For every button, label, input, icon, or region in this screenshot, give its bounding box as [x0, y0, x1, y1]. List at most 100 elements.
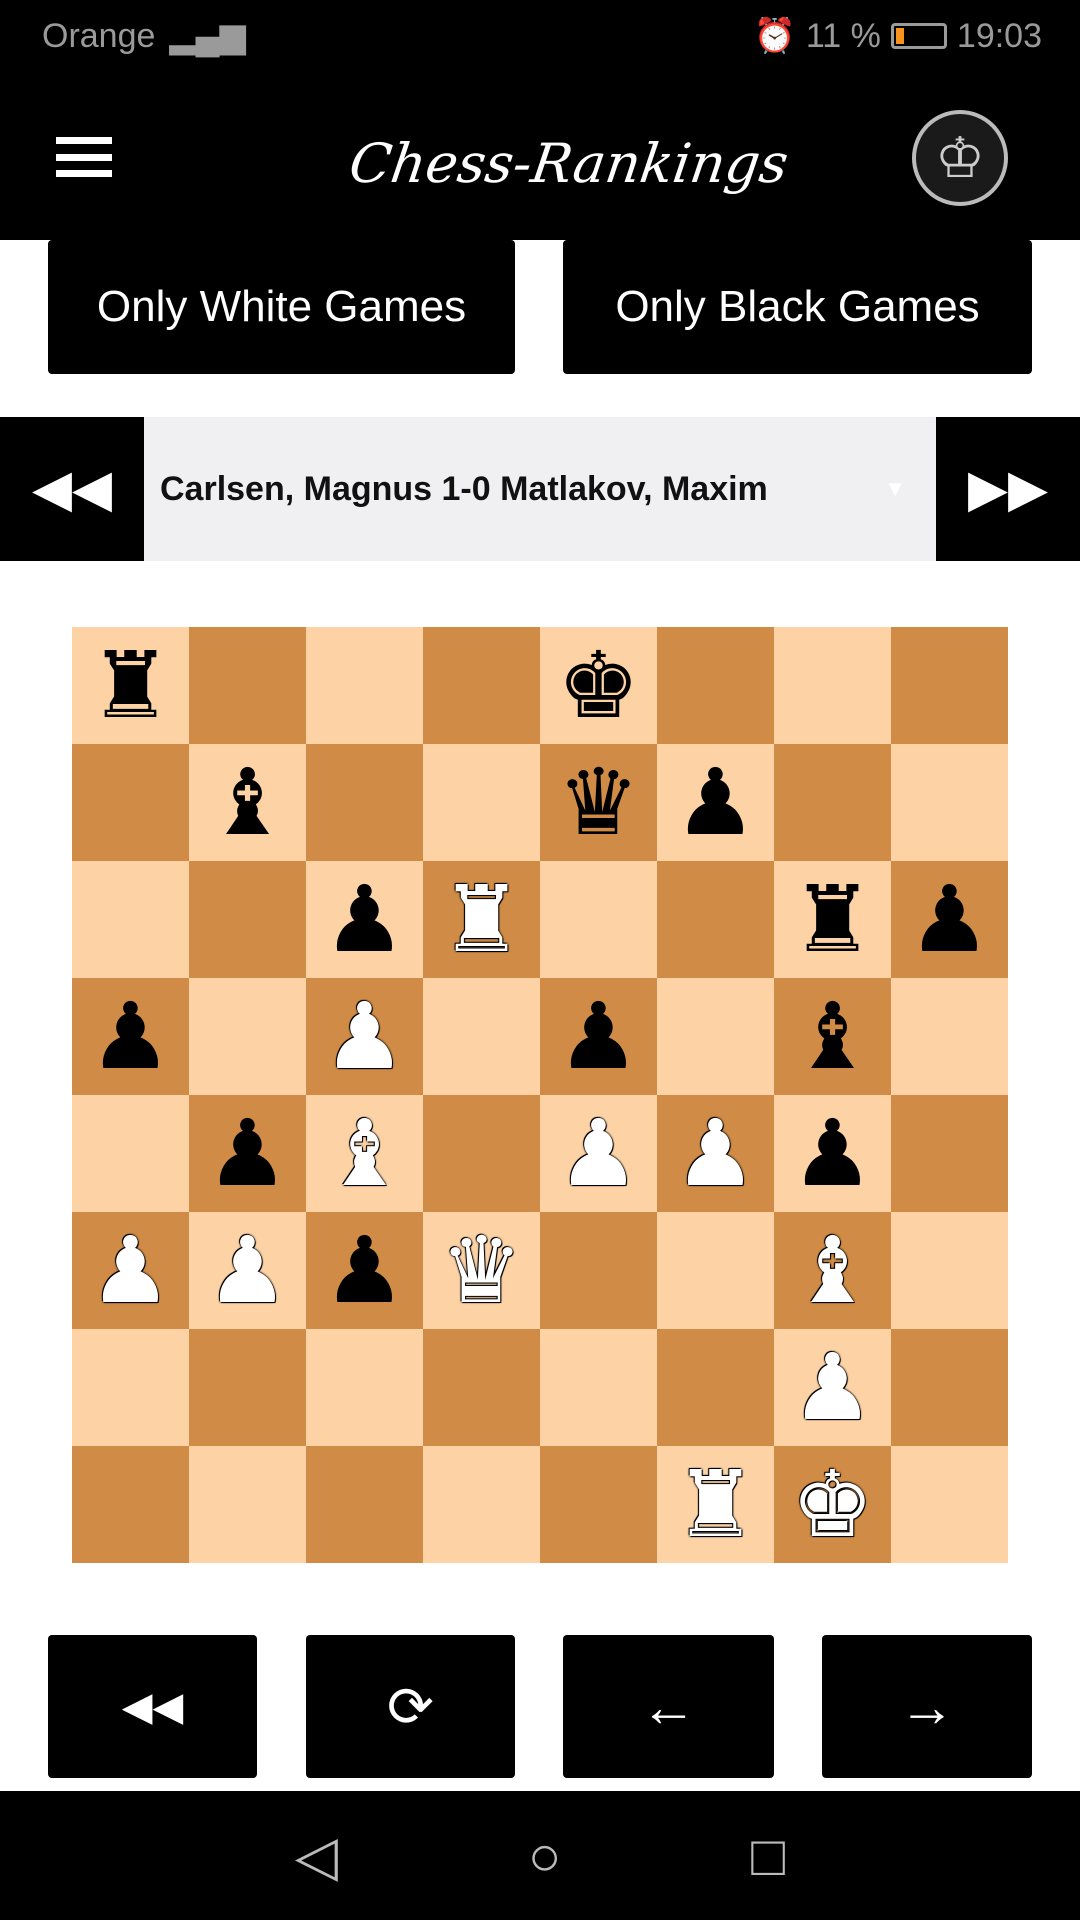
- square-f4[interactable]: ♟: [657, 1095, 774, 1212]
- square-h4[interactable]: [891, 1095, 1008, 1212]
- square-g8[interactable]: [774, 627, 891, 744]
- square-h7[interactable]: [891, 744, 1008, 861]
- square-f1[interactable]: ♜: [657, 1446, 774, 1563]
- square-d2[interactable]: [423, 1329, 540, 1446]
- square-f5[interactable]: [657, 978, 774, 1095]
- square-b5[interactable]: [189, 978, 306, 1095]
- square-a3[interactable]: ♟: [72, 1212, 189, 1329]
- home-icon[interactable]: ○: [528, 1823, 562, 1888]
- square-h8[interactable]: [891, 627, 1008, 744]
- square-h1[interactable]: [891, 1446, 1008, 1563]
- black-bishop-icon[interactable]: ♝: [791, 990, 873, 1083]
- white-pawn-icon[interactable]: ♟: [791, 1341, 873, 1434]
- black-pawn-icon[interactable]: ♟: [908, 873, 990, 966]
- square-c4[interactable]: ♝: [306, 1095, 423, 1212]
- square-b8[interactable]: [189, 627, 306, 744]
- square-c3[interactable]: ♟: [306, 1212, 423, 1329]
- white-queen-icon[interactable]: ♛: [440, 1224, 522, 1317]
- square-e8[interactable]: ♚: [540, 627, 657, 744]
- square-a2[interactable]: [72, 1329, 189, 1446]
- square-a1[interactable]: [72, 1446, 189, 1563]
- square-b7[interactable]: ♝: [189, 744, 306, 861]
- square-e3[interactable]: [540, 1212, 657, 1329]
- square-h5[interactable]: [891, 978, 1008, 1095]
- back-icon[interactable]: ◁: [295, 1823, 338, 1889]
- square-g3[interactable]: ♝: [774, 1212, 891, 1329]
- square-d8[interactable]: [423, 627, 540, 744]
- game-select[interactable]: Carlsen, Magnus 1-0 Matlakov, Maxim ▼: [144, 417, 936, 561]
- white-rook-icon[interactable]: ♜: [440, 873, 522, 966]
- white-pawn-icon[interactable]: ♟: [323, 990, 405, 1083]
- square-b1[interactable]: [189, 1446, 306, 1563]
- square-f2[interactable]: [657, 1329, 774, 1446]
- black-pawn-icon[interactable]: ♟: [323, 1224, 405, 1317]
- square-c6[interactable]: ♟: [306, 861, 423, 978]
- square-c8[interactable]: [306, 627, 423, 744]
- square-f7[interactable]: ♟: [657, 744, 774, 861]
- white-pawn-icon[interactable]: ♟: [557, 1107, 639, 1200]
- white-king-icon[interactable]: ♚: [791, 1458, 873, 1551]
- square-d1[interactable]: [423, 1446, 540, 1563]
- square-e2[interactable]: [540, 1329, 657, 1446]
- square-f8[interactable]: [657, 627, 774, 744]
- square-b3[interactable]: ♟: [189, 1212, 306, 1329]
- square-g7[interactable]: [774, 744, 891, 861]
- white-bishop-icon[interactable]: ♝: [323, 1107, 405, 1200]
- black-king-icon[interactable]: ♚: [557, 639, 639, 732]
- white-bishop-icon[interactable]: ♝: [791, 1224, 873, 1317]
- square-b2[interactable]: [189, 1329, 306, 1446]
- square-h6[interactable]: ♟: [891, 861, 1008, 978]
- square-d7[interactable]: [423, 744, 540, 861]
- square-e4[interactable]: ♟: [540, 1095, 657, 1212]
- square-f6[interactable]: [657, 861, 774, 978]
- only-black-games-button[interactable]: Only Black Games: [563, 240, 1032, 374]
- crown-icon[interactable]: ♔: [912, 110, 1008, 206]
- square-d5[interactable]: [423, 978, 540, 1095]
- square-c7[interactable]: [306, 744, 423, 861]
- black-pawn-icon[interactable]: ♟: [674, 756, 756, 849]
- square-g6[interactable]: ♜: [774, 861, 891, 978]
- square-e6[interactable]: [540, 861, 657, 978]
- square-f3[interactable]: [657, 1212, 774, 1329]
- square-b4[interactable]: ♟: [189, 1095, 306, 1212]
- square-a6[interactable]: [72, 861, 189, 978]
- square-c1[interactable]: [306, 1446, 423, 1563]
- previous-move-button[interactable]: ←: [563, 1635, 774, 1778]
- square-g4[interactable]: ♟: [774, 1095, 891, 1212]
- white-pawn-icon[interactable]: ♟: [206, 1224, 288, 1317]
- hamburger-icon[interactable]: [56, 137, 112, 177]
- square-a4[interactable]: [72, 1095, 189, 1212]
- square-g2[interactable]: ♟: [774, 1329, 891, 1446]
- white-pawn-icon[interactable]: ♟: [674, 1107, 756, 1200]
- black-queen-icon[interactable]: ♛: [557, 756, 639, 849]
- square-e5[interactable]: ♟: [540, 978, 657, 1095]
- square-h3[interactable]: [891, 1212, 1008, 1329]
- square-e7[interactable]: ♛: [540, 744, 657, 861]
- black-rook-icon[interactable]: ♜: [89, 639, 171, 732]
- square-e1[interactable]: [540, 1446, 657, 1563]
- square-d6[interactable]: ♜: [423, 861, 540, 978]
- black-pawn-icon[interactable]: ♟: [323, 873, 405, 966]
- square-g5[interactable]: ♝: [774, 978, 891, 1095]
- black-pawn-icon[interactable]: ♟: [791, 1107, 873, 1200]
- square-b6[interactable]: [189, 861, 306, 978]
- square-c5[interactable]: ♟: [306, 978, 423, 1095]
- only-white-games-button[interactable]: Only White Games: [48, 240, 515, 374]
- square-a8[interactable]: ♜: [72, 627, 189, 744]
- square-a5[interactable]: ♟: [72, 978, 189, 1095]
- square-g1[interactable]: ♚: [774, 1446, 891, 1563]
- black-pawn-icon[interactable]: ♟: [206, 1107, 288, 1200]
- square-h2[interactable]: [891, 1329, 1008, 1446]
- black-pawn-icon[interactable]: ♟: [557, 990, 639, 1083]
- square-d3[interactable]: ♛: [423, 1212, 540, 1329]
- black-rook-icon[interactable]: ♜: [791, 873, 873, 966]
- previous-game-button[interactable]: ◀◀: [0, 417, 144, 561]
- square-d4[interactable]: [423, 1095, 540, 1212]
- first-move-button[interactable]: ◀◀: [48, 1635, 257, 1778]
- black-pawn-icon[interactable]: ♟: [89, 990, 171, 1083]
- recent-apps-icon[interactable]: □: [751, 1823, 785, 1888]
- flip-board-button[interactable]: ⟳: [306, 1635, 515, 1778]
- next-move-button[interactable]: →: [822, 1635, 1032, 1778]
- next-game-button[interactable]: ▶▶: [936, 417, 1080, 561]
- square-a7[interactable]: [72, 744, 189, 861]
